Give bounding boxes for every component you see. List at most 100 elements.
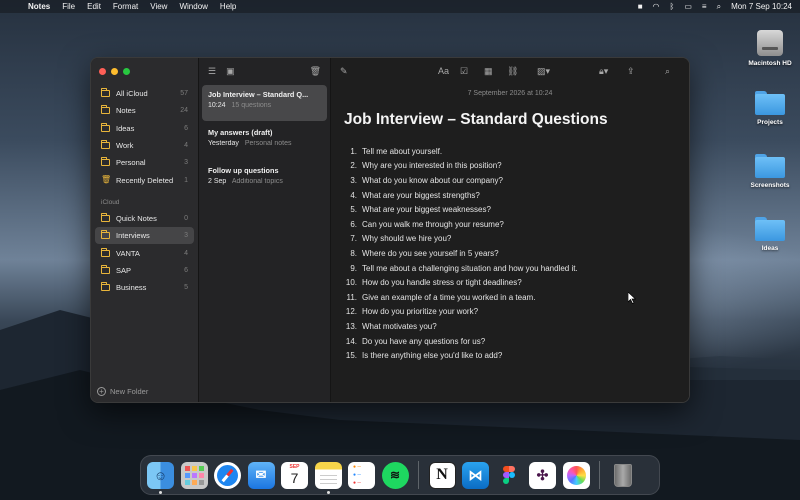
reminders-icon[interactable]: ● ─ ● ─ ● ─	[348, 461, 375, 489]
slack-icon[interactable]: ✣	[529, 461, 556, 489]
desktop-icon-macintosh-hd[interactable]: Macintosh HD	[740, 30, 800, 67]
note-preview: Personal notes	[244, 140, 292, 147]
trash-icon[interactable]	[610, 462, 637, 489]
desktop-icon-screenshots[interactable]: Screenshots	[740, 154, 800, 189]
sidebar-item-sap[interactable]: SAP 6	[95, 262, 194, 279]
bluetooth-icon[interactable]: ᛒ	[670, 2, 675, 11]
delete-note-icon[interactable]: 🗑	[310, 66, 321, 77]
sidebar-item-work[interactable]: Work 4	[95, 137, 194, 154]
minimize-button[interactable]	[111, 68, 118, 75]
sidebar-item-quick-notes[interactable]: Quick Notes 0	[95, 210, 194, 227]
dock-separator	[599, 461, 600, 489]
question-item[interactable]: 8. Where do you see yourself in 5 years?	[341, 246, 689, 261]
menu-view[interactable]: View	[150, 2, 167, 11]
search-icon[interactable]: ⌕	[665, 66, 670, 77]
question-item[interactable]: 2. Why are you interested in this positio…	[341, 159, 689, 174]
compose-icon[interactable]: ✎	[340, 66, 348, 77]
folder-icon	[101, 264, 110, 274]
question-text: Why are you interested in this position?	[362, 161, 502, 171]
media-icon[interactable]: ▨▾	[537, 66, 550, 77]
question-number: 6.	[350, 219, 357, 229]
search-icon[interactable]: ⌕	[717, 2, 721, 12]
figma-icon[interactable]	[496, 462, 523, 489]
format-text-button[interactable]: Aa	[438, 66, 449, 76]
question-item[interactable]: 12. How do you prioritize your work?	[341, 305, 689, 320]
list-view-icon[interactable]: ☰	[208, 66, 216, 77]
sidebar-item-business[interactable]: Business 5	[95, 279, 194, 296]
link-icon[interactable]: ⛓	[507, 66, 518, 77]
sidebar-item-ideas[interactable]: Ideas 6	[95, 120, 194, 137]
wifi-icon[interactable]: ◠	[653, 2, 660, 11]
question-text: Why should we hire you?	[362, 234, 452, 244]
question-item[interactable]: 15. Is there anything else you'd like to …	[341, 348, 689, 363]
note-item-my-answers[interactable]: My answers (draft) Yesterday Personal no…	[202, 123, 327, 159]
trash-icon: 🗑	[101, 175, 112, 185]
sidebar-item-vanta[interactable]: VANTA 4	[95, 244, 194, 261]
finder-icon[interactable]: ☺	[147, 461, 174, 494]
folder-icon	[101, 122, 110, 132]
spotify-icon[interactable]: ≋	[381, 461, 409, 489]
question-item[interactable]: 14. Do you have any questions for us?	[341, 334, 689, 349]
question-item[interactable]: 9. Tell me about a challenging situation …	[341, 261, 689, 276]
notes-icon[interactable]	[314, 461, 342, 494]
lock-icon[interactable]: 🔒︎▾	[599, 66, 608, 77]
menu-edit[interactable]: Edit	[87, 2, 101, 11]
question-item[interactable]: 3. What do you know about our company?	[341, 173, 689, 188]
question-text: How do you handle stress or tight deadli…	[362, 278, 522, 288]
battery-icon[interactable]: ▭	[684, 2, 692, 11]
question-item[interactable]: 5. What are your biggest weaknesses?	[341, 202, 689, 217]
notion-icon[interactable]: N	[428, 461, 456, 489]
note-date: Yesterday	[208, 140, 239, 147]
mail-icon[interactable]: ✉	[247, 461, 275, 489]
window-controls	[99, 68, 130, 75]
vscode-icon[interactable]: ⋈	[462, 461, 489, 489]
question-item[interactable]: 4. What are your biggest strengths?	[341, 188, 689, 203]
launchpad-icon[interactable]	[180, 461, 208, 489]
folder-icon	[101, 88, 110, 98]
desktop-icon-projects[interactable]: Projects	[740, 91, 800, 126]
note-item-job-interview[interactable]: Job Interview – Standard Q... 10:24 15 q…	[202, 85, 327, 121]
sidebar-item-notes[interactable]: Notes 24	[95, 102, 194, 119]
share-icon[interactable]: ⇪	[627, 66, 635, 77]
safari-icon[interactable]	[214, 461, 241, 489]
question-item[interactable]: 1. Tell me about yourself.	[341, 144, 689, 159]
note-meta: 10:24 15 questions	[208, 102, 321, 109]
photos-icon[interactable]	[562, 461, 590, 489]
table-icon[interactable]: ▦	[484, 66, 493, 77]
zoom-button[interactable]	[123, 68, 130, 75]
note-heading[interactable]: Job Interview – Standard Questions	[344, 111, 689, 129]
menu-window[interactable]: Window	[179, 2, 207, 11]
menu-help[interactable]: Help	[220, 2, 236, 11]
question-item[interactable]: 7. Why should we hire you?	[341, 232, 689, 247]
control-center-icon[interactable]: ≡	[702, 2, 707, 11]
checklist-icon[interactable]: ☑	[460, 66, 468, 77]
folder-count: 4	[184, 142, 188, 150]
sidebar-item-recently-deleted[interactable]: 🗑 Recently Deleted 1	[95, 171, 194, 188]
menu-app-name[interactable]: Notes	[28, 2, 50, 11]
question-item[interactable]: 13. What motivates you?	[341, 319, 689, 334]
question-item[interactable]: 11. Give an example of a time you worked …	[341, 290, 689, 305]
note-item-follow-up[interactable]: Follow up questions 2 Sep Additional top…	[202, 161, 327, 197]
calendar-icon[interactable]: SEP 7	[281, 461, 308, 489]
sidebar-item-label: All iCloud	[116, 89, 148, 99]
new-folder-label: New Folder	[110, 387, 149, 396]
sidebar-item-personal[interactable]: Personal 3	[95, 154, 194, 171]
gallery-view-icon[interactable]: ▣	[226, 66, 235, 77]
note-title: Job Interview – Standard Q...	[208, 90, 309, 99]
folder-count: 3	[184, 159, 188, 167]
sidebar-item-label: VANTA	[116, 248, 140, 258]
menu-file[interactable]: File	[62, 2, 75, 11]
menu-clock[interactable]: Mon 7 Sep 10:24	[731, 2, 792, 11]
sidebar-item-interviews[interactable]: Interviews 3	[95, 227, 194, 245]
calendar-day: 7	[290, 470, 299, 486]
menu-format[interactable]: Format	[113, 2, 138, 11]
new-folder-button[interactable]: + New Folder	[97, 387, 148, 396]
close-button[interactable]	[99, 68, 106, 75]
question-item[interactable]: 10. How do you handle stress or tight dea…	[341, 275, 689, 290]
desktop-icon-ideas[interactable]: Ideas	[740, 217, 800, 252]
sidebar-item-label: Interviews	[116, 231, 150, 241]
question-item[interactable]: 6. Can you walk me through your resume?	[341, 217, 689, 232]
question-list[interactable]: 1. Tell me about yourself. 2. Why are you i…	[341, 144, 689, 363]
sidebar-item-all-icloud[interactable]: All iCloud 57	[95, 85, 194, 102]
camera-icon[interactable]: ■	[638, 2, 643, 11]
